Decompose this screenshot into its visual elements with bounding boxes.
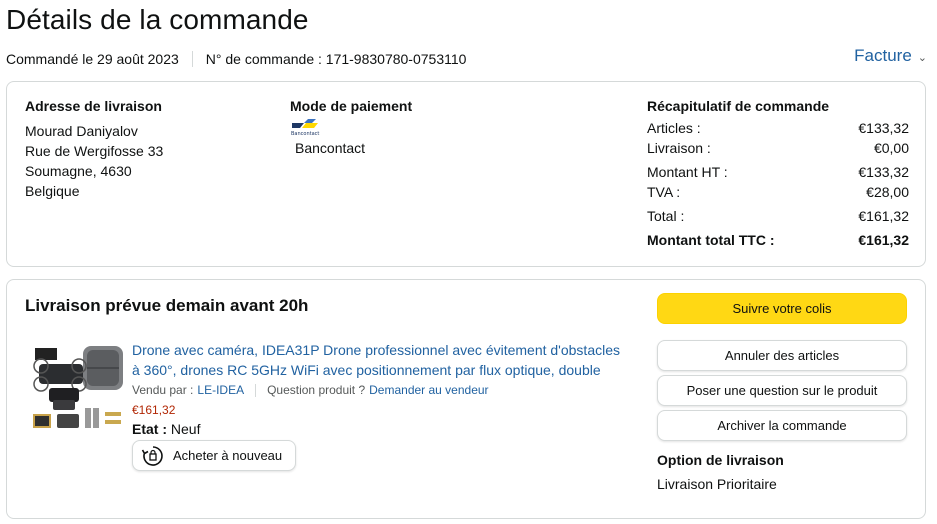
- product-image[interactable]: [31, 342, 125, 432]
- summary-heading: Récapitulatif de commande: [647, 98, 830, 114]
- question-label: Question produit ?: [267, 383, 366, 397]
- summary-label: Montant HT :: [647, 164, 728, 180]
- shipping-heading: Adresse de livraison: [25, 98, 162, 114]
- summary-value: €28,00: [866, 184, 909, 200]
- archive-order-button[interactable]: Archiver la commande: [657, 410, 907, 441]
- invoice-label: Facture: [854, 46, 912, 65]
- summary-row-vat: TVA : €28,00: [647, 182, 909, 202]
- summary-label: Total :: [647, 208, 685, 224]
- divider: [191, 51, 193, 67]
- invoice-dropdown[interactable]: Facture ⌄: [854, 46, 927, 66]
- buy-again-button[interactable]: Acheter à nouveau: [132, 440, 296, 471]
- order-number: N° de commande : 171-9830780-0753110: [205, 51, 467, 67]
- delivery-heading: Livraison prévue demain avant 20h: [25, 296, 309, 315]
- divider: [255, 383, 257, 397]
- buy-again-label: Acheter à nouveau: [173, 448, 283, 463]
- address-street: Rue de Wergifosse 33: [25, 143, 164, 159]
- product-title-link[interactable]: Drone avec caméra, IDEA31P Drone profess…: [132, 340, 632, 380]
- address-country: Belgique: [25, 183, 80, 199]
- summary-value: €161,32: [858, 232, 909, 248]
- address-name: Mourad Daniyalov: [25, 123, 138, 139]
- summary-row-items: Articles : €133,32: [647, 118, 909, 138]
- summary-label: TVA :: [647, 184, 681, 200]
- summary-row-shipping: Livraison : €0,00: [647, 138, 909, 158]
- order-date: Commandé le 29 août 2023: [6, 51, 179, 67]
- seller-row: Vendu par : LE-IDEA Question produit ? D…: [132, 383, 489, 397]
- summary-value: €133,32: [858, 164, 909, 180]
- bancontact-logo-text: Bancontact: [291, 131, 319, 137]
- summary-value: €0,00: [873, 140, 909, 156]
- bancontact-logo-icon: Bancontact: [291, 119, 319, 137]
- order-meta: Commandé le 29 août 2023 N° de commande …: [6, 51, 466, 67]
- address-city: Soumagne, 4630: [25, 163, 132, 179]
- delivery-option-value: Livraison Prioritaire: [657, 476, 777, 492]
- summary-value: €161,32: [858, 208, 909, 224]
- page-title: Détails de la commande: [6, 4, 309, 35]
- product-title-line: à 360°, drones RC 5GHz WiFi avec positio…: [132, 362, 601, 378]
- ask-product-question-button[interactable]: Poser une question sur le produit: [657, 375, 907, 406]
- ask-seller-link[interactable]: Demander au vendeur: [369, 383, 488, 397]
- payment-heading: Mode de paiement: [290, 98, 413, 114]
- track-package-button[interactable]: Suivre votre colis: [657, 293, 907, 324]
- chevron-down-icon: ⌄: [917, 51, 927, 64]
- summary-row-grand-total: Montant total TTC : €161,32: [647, 230, 909, 250]
- summary-row-pretax: Montant HT : €133,32: [647, 162, 909, 182]
- order-summary: Récapitulatif de commande Articles : €13…: [647, 98, 909, 250]
- summary-label: Montant total TTC :: [647, 232, 775, 248]
- condition-label: Etat :: [132, 421, 167, 437]
- summary-row-total: Total : €161,32: [647, 206, 909, 226]
- seller-link[interactable]: LE-IDEA: [197, 383, 244, 397]
- product-price: €161,32: [132, 403, 176, 417]
- summary-value: €133,32: [858, 120, 909, 136]
- sold-by-label: Vendu par :: [132, 383, 194, 397]
- summary-label: Livraison :: [647, 140, 711, 156]
- buy-again-icon: [141, 445, 163, 466]
- order-info-card: Adresse de livraison Mourad Daniyalov Ru…: [6, 81, 926, 267]
- product-title-line: Drone avec caméra, IDEA31P Drone profess…: [132, 342, 621, 358]
- product-condition: Etat : Neuf: [132, 421, 200, 437]
- payment-method: Bancontact: [295, 140, 366, 156]
- cancel-items-button[interactable]: Annuler des articles: [657, 340, 907, 371]
- delivery-option-heading: Option de livraison: [657, 452, 784, 468]
- summary-label: Articles :: [647, 120, 701, 136]
- condition-value: Neuf: [170, 421, 201, 437]
- shipment-card: Livraison prévue demain avant 20h Drone …: [6, 279, 926, 519]
